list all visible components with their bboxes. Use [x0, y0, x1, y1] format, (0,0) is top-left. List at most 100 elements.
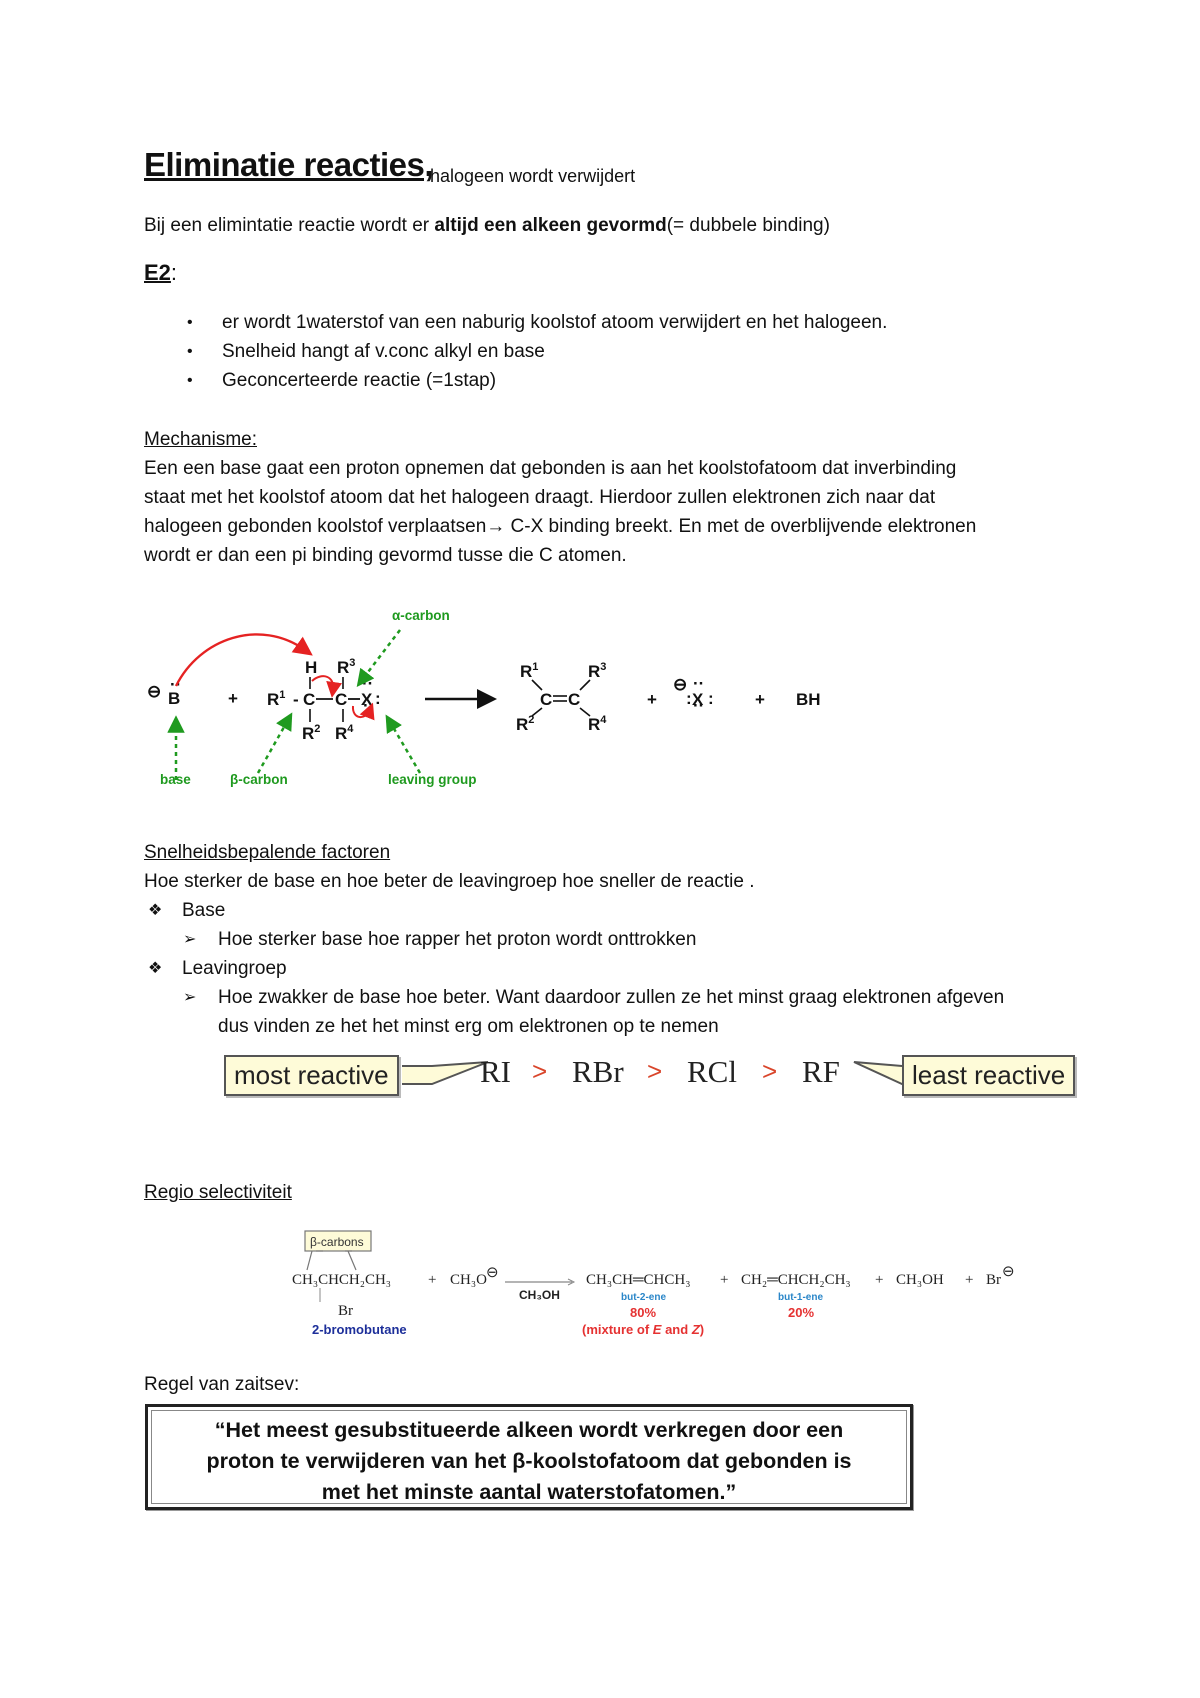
greater-than: > — [647, 1056, 663, 1086]
carbon-atom: C — [540, 690, 552, 709]
product1-formula: CH₃CH═CHCH₃ — [586, 1272, 690, 1288]
r1-group: R1 — [520, 661, 538, 681]
most-reactive-callout: most reactive — [224, 1055, 399, 1096]
negative-charge-icon: ⊖ — [147, 682, 161, 701]
diamond-bullet-icon: ❖ — [148, 960, 163, 977]
list-subitem: Hoe zwakker de base hoe beter. Want daar… — [218, 987, 1005, 1008]
page-title: Eliminatie reacties, — [144, 146, 433, 183]
mechanism-line: staat met het koolstof atoom dat het hal… — [144, 487, 936, 508]
bullet-icon: • — [187, 372, 193, 389]
list-item: Base — [182, 900, 226, 921]
beta-carbon-atom: C — [303, 690, 315, 709]
plus-sign: + — [647, 690, 657, 709]
electron-arrow — [311, 675, 343, 698]
bond — [579, 679, 591, 691]
leaving-group-label: leaving group — [388, 772, 477, 787]
reactant-formula: CH₃CHCH₂CH₃ — [292, 1272, 391, 1288]
negative-charge-icon: ⊖ — [486, 1265, 499, 1281]
zaitsev-quote: “Het meest gesubstitueerde alkeen wordt … — [206, 1418, 852, 1504]
plus-sign: + — [428, 1272, 436, 1288]
r3-group: R3 — [337, 657, 355, 677]
plus-sign: + — [965, 1272, 973, 1288]
lone-pair: ·· — [693, 696, 704, 715]
reactivity-item: RBr — [572, 1054, 624, 1089]
intro-paragraph: Bij een elimintatie reactie wordt er alt… — [144, 211, 830, 240]
greater-than: > — [532, 1056, 548, 1086]
bond-dash: - — [293, 690, 299, 709]
callout-pointer — [306, 1250, 357, 1271]
reactivity-item: RF — [802, 1054, 840, 1089]
factors-heading: Snelheidsbepalende factoren — [144, 842, 391, 863]
solvent-label: CH₃OH — [519, 1288, 560, 1302]
mechanism-line: Een een base gaat een proton opnemen dat… — [144, 458, 957, 479]
arrow-bullet-icon: ➢ — [183, 931, 197, 948]
factors-intro: Hoe sterker de base en hoe beter de leav… — [144, 871, 755, 892]
reactant-substituent: Br — [338, 1303, 353, 1319]
arrow-bullet-icon: ➢ — [183, 989, 197, 1006]
plus-sign: + — [720, 1272, 728, 1288]
r2-group: R2 — [516, 714, 534, 734]
regio-heading: Regio selectiviteit — [144, 1182, 292, 1203]
r1-group: R1 — [267, 689, 285, 709]
product1-percentage: 80% — [630, 1305, 656, 1320]
bullet-icon: • — [187, 314, 193, 331]
page-subtitle: halogeen wordt verwijdert — [430, 166, 636, 186]
least-reactive-callout: least reactive — [902, 1055, 1076, 1096]
list-item: Snelheid hangt af v.conc alkyl en base — [222, 341, 545, 362]
alpha-pointer-arrow — [356, 629, 401, 687]
r4-group: R4 — [588, 714, 607, 734]
list-subitem: dus vinden ze het het minst erg om elekt… — [218, 1016, 719, 1037]
list-item: Leavingroep — [182, 958, 287, 979]
intro-text: Bij een elimintatie reactie wordt er — [144, 215, 435, 236]
e2-mechanism-diagram: ⊖ B ·· + H R3 R1 - C C X ·· : ·· R2 R4 α… — [147, 608, 821, 787]
bullet-icon: • — [187, 343, 193, 360]
bond — [531, 679, 543, 691]
conjugate-acid: BH — [796, 690, 821, 709]
reactivity-item: RCl — [687, 1054, 737, 1089]
reactant-name: 2-bromobutane — [312, 1322, 407, 1337]
leaving-pointer-arrow — [385, 714, 422, 774]
beta-pointer-arrow — [256, 712, 293, 774]
product1-name: but-2-ene — [621, 1292, 666, 1303]
plus-sign: + — [228, 689, 238, 708]
lone-pair: ·· — [693, 674, 704, 693]
intro-bold: altijd een alkeen gevormd — [434, 215, 667, 236]
methanol-formula: CH₃OH — [896, 1272, 944, 1288]
e2-heading: E2: — [144, 258, 177, 287]
mechanism-line: halogeen gebonden koolstof verplaatsen→ … — [144, 516, 977, 537]
plus-sign: + — [755, 690, 765, 709]
diamond-bullet-icon: ❖ — [148, 902, 163, 919]
plus-sign: + — [875, 1272, 883, 1288]
carbon-atom: C — [568, 690, 580, 709]
product2-formula: CH₂═CHCH₂CH₃ — [741, 1272, 851, 1288]
r4-group: R4 — [335, 723, 354, 743]
zaitsev-heading: Regel van zaitsev: — [144, 1374, 300, 1395]
reagent-formula: CH₃O — [450, 1272, 487, 1288]
list-item: Geconcerteerde reactie (=1stap) — [222, 370, 497, 391]
bromide-formula: Br — [986, 1272, 1001, 1288]
lone-pair: : — [708, 689, 714, 708]
mechanism-line: wordt er dan een pi binding gevormd tuss… — [144, 545, 627, 566]
base-label: base — [160, 772, 191, 787]
callout-pointer — [402, 1061, 489, 1085]
mechanism-heading: Mechanisme: — [144, 429, 257, 450]
e2-colon: : — [170, 260, 178, 285]
reactivity-order-figure: most reactive RI > RBr > RCl > RF least … — [222, 1050, 1096, 1098]
product1-note: (mixture of E and Z) — [582, 1322, 704, 1337]
reactivity-item: RI — [480, 1054, 511, 1089]
r3-group: R3 — [588, 661, 606, 681]
electron-arrow — [174, 633, 313, 687]
list-subitem: Hoe sterker base hoe rapper het proton w… — [218, 929, 697, 950]
hydrogen-atom: H — [305, 658, 317, 677]
negative-charge-icon: ⊖ — [1002, 1264, 1015, 1280]
lone-pair: : — [375, 689, 381, 708]
product2-name: but-1-ene — [778, 1292, 823, 1303]
beta-carbon-label: β-carbon — [230, 772, 288, 787]
regioselectivity-reaction: β-carbons CH₃CHCH₂CH₃ Br 2-bromobutane +… — [292, 1230, 1015, 1337]
alpha-carbon-atom: C — [335, 690, 347, 709]
list-item: er wordt 1waterstof van een naburig kool… — [222, 312, 888, 333]
beta-carbons-label: β-carbons — [310, 1235, 364, 1249]
zaitsev-rule-box: “Het meest gesubstitueerde alkeen wordt … — [145, 1404, 913, 1510]
r2-group: R2 — [302, 723, 320, 743]
product2-percentage: 20% — [788, 1305, 814, 1320]
